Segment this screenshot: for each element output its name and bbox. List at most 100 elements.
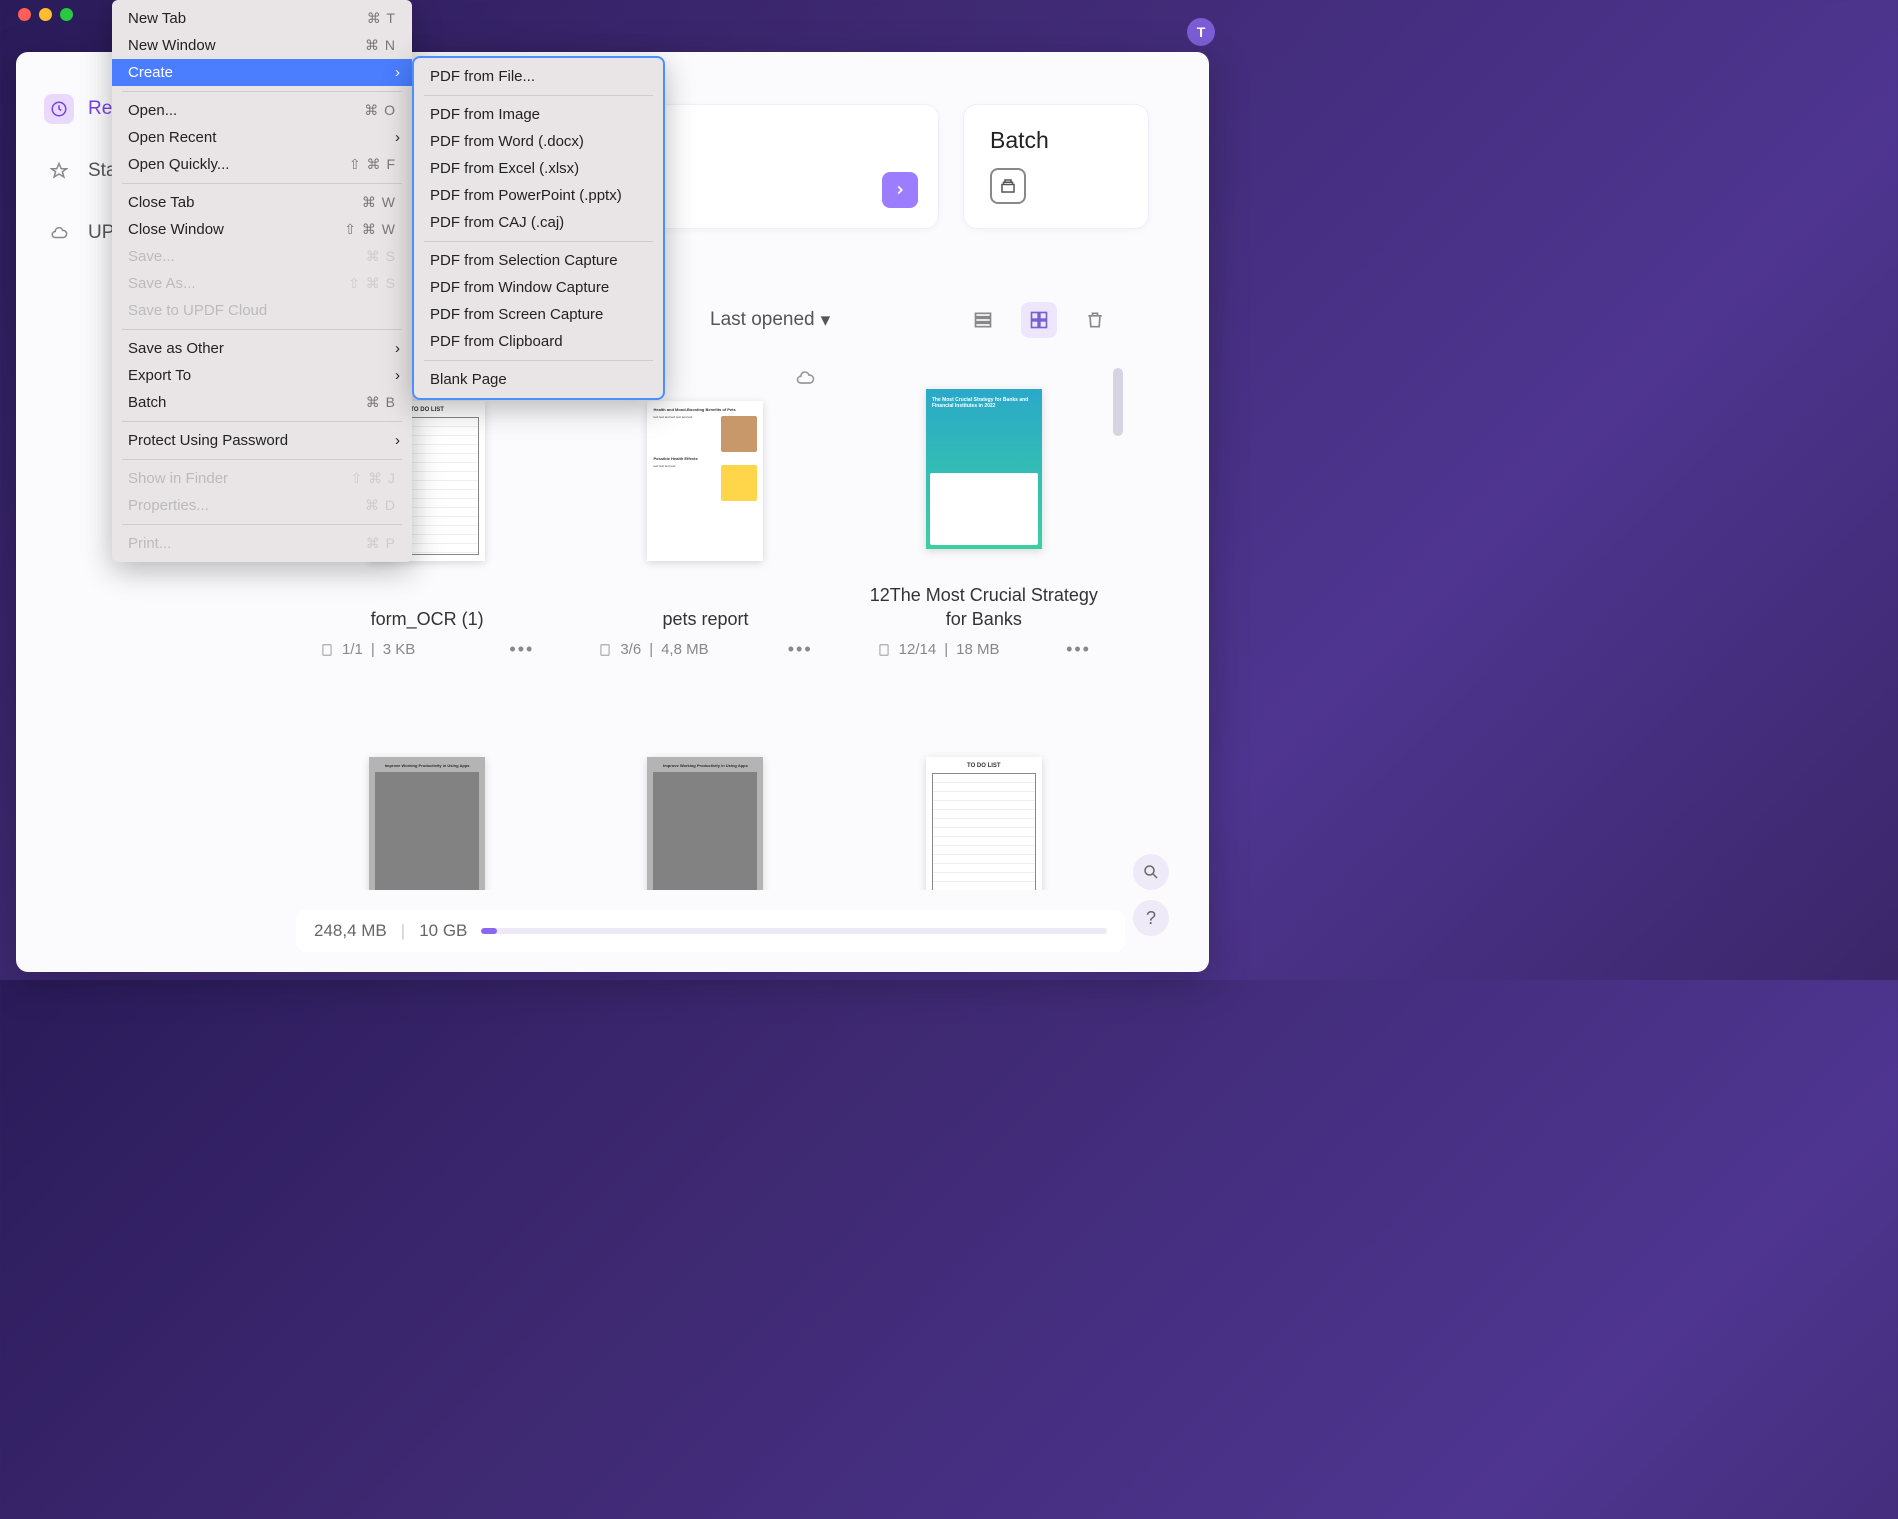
menu-shortcut: ⇧ ⌘ F bbox=[349, 156, 396, 173]
menu-shortcut: ⇧ ⌘ W bbox=[344, 221, 396, 238]
trash-button[interactable] bbox=[1077, 302, 1113, 338]
file-size: 18 MB bbox=[956, 641, 999, 658]
menu-item-label: Save to UPDF Cloud bbox=[128, 302, 267, 319]
menu-item-label: Open Recent bbox=[128, 129, 216, 146]
file-size: 4,8 MB bbox=[661, 641, 709, 658]
menu-shortcut: ⌘ O bbox=[364, 102, 396, 119]
list-view-button[interactable] bbox=[965, 302, 1001, 338]
page-icon bbox=[877, 643, 891, 657]
menu-item[interactable]: Close Window⇧ ⌘ W bbox=[112, 216, 412, 243]
menu-item[interactable]: PDF from Excel (.xlsx) bbox=[414, 155, 663, 182]
menu-item[interactable]: PDF from Image bbox=[414, 101, 663, 128]
file-card[interactable]: Improve Working Productivity in Using Ap… bbox=[590, 688, 820, 890]
menu-separator bbox=[122, 329, 402, 330]
menu-item-label: Print... bbox=[128, 535, 171, 552]
file-card[interactable]: TO DO LIST bbox=[869, 688, 1099, 890]
menu-item-label: Export To bbox=[128, 367, 191, 384]
menu-item[interactable]: New Tab⌘ T bbox=[112, 5, 412, 32]
window-close-button[interactable] bbox=[18, 8, 31, 21]
menu-item: Properties...⌘ D bbox=[112, 492, 412, 519]
sort-dropdown[interactable]: Last opened ▾ bbox=[710, 309, 830, 332]
window-zoom-button[interactable] bbox=[60, 8, 73, 21]
storage-used: 248,4 MB bbox=[314, 921, 387, 941]
menu-item[interactable]: New Window⌘ N bbox=[112, 32, 412, 59]
menu-item-label: PDF from Selection Capture bbox=[430, 252, 618, 269]
file-pages: 12/14 bbox=[899, 641, 937, 658]
menu-item-label: Properties... bbox=[128, 497, 209, 514]
tile-batch[interactable]: Batch bbox=[963, 104, 1149, 229]
menu-item[interactable]: Open Quickly... ⇧ ⌘ F bbox=[112, 151, 412, 178]
help-button[interactable]: ? bbox=[1133, 900, 1169, 936]
menu-item[interactable]: Blank Page bbox=[414, 366, 663, 393]
menu-separator bbox=[122, 91, 402, 92]
menu-item-label: Open... bbox=[128, 102, 177, 119]
menu-shortcut: ⌘ S bbox=[366, 248, 396, 265]
menu-item[interactable]: Create› bbox=[112, 59, 412, 86]
menu-item[interactable]: Save as Other› bbox=[112, 335, 412, 362]
menu-item-label: PDF from PowerPoint (.pptx) bbox=[430, 187, 622, 204]
menu-shortcut: ⌘ N bbox=[365, 37, 396, 54]
menu-item[interactable]: Export To › bbox=[112, 362, 412, 389]
menu-item-label: PDF from Window Capture bbox=[430, 279, 609, 296]
chevron-right-icon: › bbox=[395, 432, 400, 449]
menu-item-label: Create bbox=[128, 64, 173, 81]
menu-item: Show in Finder⇧ ⌘ J bbox=[112, 465, 412, 492]
sort-label-text: Last opened bbox=[710, 309, 815, 331]
search-icon bbox=[1142, 863, 1160, 881]
cloud-icon bbox=[44, 218, 74, 248]
more-icon[interactable]: ••• bbox=[509, 639, 534, 660]
menu-item-label: PDF from CAJ (.caj) bbox=[430, 214, 564, 231]
file-card[interactable]: Improve Working Productivity in Using Ap… bbox=[312, 688, 542, 890]
file-card[interactable]: The Most Crucial Strategy for Banks and … bbox=[869, 362, 1099, 660]
menu-shortcut: ⌘ P bbox=[366, 535, 396, 552]
file-meta: 12/14 | 18 MB ••• bbox=[869, 639, 1099, 660]
file-pages: 3/6 bbox=[620, 641, 641, 658]
menu-item[interactable]: PDF from Word (.docx) bbox=[414, 128, 663, 155]
menu-item-label: Show in Finder bbox=[128, 470, 228, 487]
menu-item-label: New Tab bbox=[128, 10, 186, 27]
menu-item[interactable]: PDF from Selection Capture bbox=[414, 247, 663, 274]
file-name: 12The Most Crucial Strategy for Banks bbox=[869, 584, 1099, 631]
more-icon[interactable]: ••• bbox=[1066, 639, 1091, 660]
menu-item-label: Protect Using Password bbox=[128, 432, 288, 449]
menu-item-label: Blank Page bbox=[430, 371, 507, 388]
menu-item[interactable]: PDF from Window Capture bbox=[414, 274, 663, 301]
menu-shortcut: ⇧ ⌘ S bbox=[348, 275, 396, 292]
menu-separator bbox=[424, 360, 653, 361]
file-card[interactable]: Health and Mood-Boosting Benefits of Pet… bbox=[590, 362, 820, 660]
page-icon bbox=[598, 643, 612, 657]
menu-item-label: PDF from Screen Capture bbox=[430, 306, 603, 323]
file-thumbnail: The Most Crucial Strategy for Banks and … bbox=[869, 362, 1099, 576]
menu-separator bbox=[122, 459, 402, 460]
menu-item[interactable]: Open... ⌘ O bbox=[112, 97, 412, 124]
file-name: form_OCR (1) bbox=[312, 608, 542, 631]
file-pages: 1/1 bbox=[342, 641, 363, 658]
menu-item[interactable]: Open Recent› bbox=[112, 124, 412, 151]
menu-item-label: Batch bbox=[128, 394, 166, 411]
menu-item[interactable]: Batch ⌘ B bbox=[112, 389, 412, 416]
window-minimize-button[interactable] bbox=[39, 8, 52, 21]
menu-item-label: Save... bbox=[128, 248, 175, 265]
menu-item[interactable]: PDF from PowerPoint (.pptx) bbox=[414, 182, 663, 209]
menu-item-label: PDF from File... bbox=[430, 68, 535, 85]
menu-item[interactable]: PDF from File... bbox=[414, 63, 663, 90]
menu-separator bbox=[122, 421, 402, 422]
menu-item-label: Save as Other bbox=[128, 340, 224, 357]
chevron-right-icon: › bbox=[395, 367, 400, 384]
menu-item[interactable]: PDF from Clipboard bbox=[414, 328, 663, 355]
menu-item[interactable]: PDF from Screen Capture bbox=[414, 301, 663, 328]
search-button[interactable] bbox=[1133, 854, 1169, 890]
menu-item[interactable]: Protect Using Password › bbox=[112, 427, 412, 454]
menu-item-label: Open Quickly... bbox=[128, 156, 229, 173]
chevron-right-icon[interactable] bbox=[882, 172, 918, 208]
caret-down-icon: ▾ bbox=[821, 309, 831, 332]
menu-shortcut: ⌘ B bbox=[366, 394, 396, 411]
scrollbar-thumb[interactable] bbox=[1113, 368, 1123, 436]
create-submenu: PDF from File...PDF from ImagePDF from W… bbox=[412, 56, 665, 400]
more-icon[interactable]: ••• bbox=[788, 639, 813, 660]
file-thumbnail: TO DO LIST bbox=[869, 688, 1099, 890]
menu-item[interactable]: PDF from CAJ (.caj) bbox=[414, 209, 663, 236]
menu-item: Save to UPDF Cloud bbox=[112, 297, 412, 324]
menu-item[interactable]: Close Tab⌘ W bbox=[112, 189, 412, 216]
grid-view-button[interactable] bbox=[1021, 302, 1057, 338]
